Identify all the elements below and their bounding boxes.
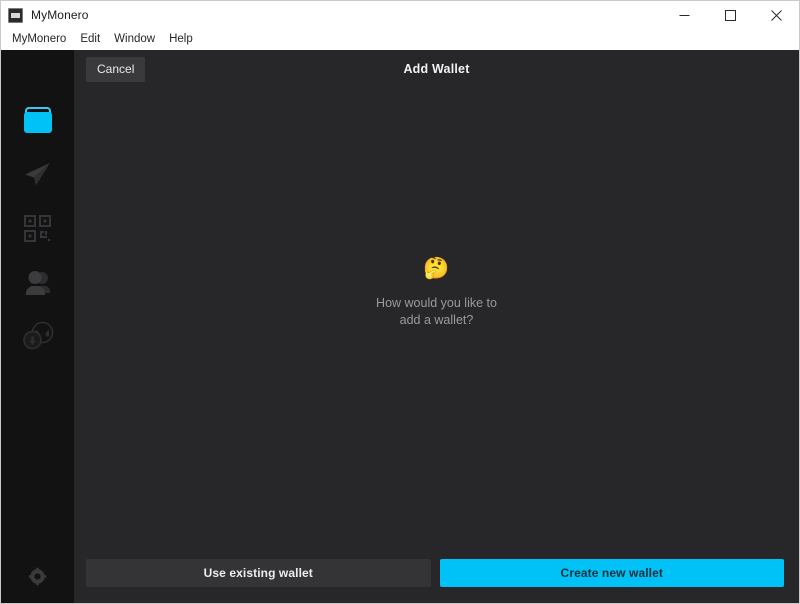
sidebar <box>1 50 74 603</box>
sidebar-item-receive[interactable] <box>1 201 74 255</box>
sidebar-item-exchange[interactable] <box>1 309 74 363</box>
menu-item-mymonero[interactable]: MyMonero <box>5 30 73 49</box>
menu-item-help[interactable]: Help <box>162 30 200 49</box>
minimize-button[interactable] <box>661 1 707 29</box>
use-existing-wallet-button[interactable]: Use existing wallet <box>86 559 431 587</box>
close-icon <box>770 9 782 21</box>
monero-exchange-icon <box>22 321 53 350</box>
sidebar-item-send[interactable] <box>1 147 74 201</box>
thinking-face-emoji: 🤔 <box>423 256 450 280</box>
menu-item-window[interactable]: Window <box>107 30 162 49</box>
sidebar-item-wallets[interactable] <box>1 93 74 147</box>
maximize-icon <box>724 9 736 21</box>
window-title: MyMonero <box>31 8 89 22</box>
menu-item-edit[interactable]: Edit <box>73 30 107 49</box>
qr-code-icon <box>24 214 51 242</box>
page-title: Add Wallet <box>403 62 470 76</box>
content-pane: Cancel Add Wallet 🤔 How would you like t… <box>74 50 799 603</box>
prompt-line-1: How would you like to <box>376 295 497 310</box>
title-bar-left: MyMonero <box>8 7 89 23</box>
app-icon <box>8 7 23 23</box>
title-bar: MyMonero <box>1 1 799 29</box>
footer-action-bar: Use existing wallet Create new wallet <box>74 553 799 603</box>
sidebar-item-settings[interactable] <box>1 561 74 591</box>
cancel-button[interactable]: Cancel <box>86 56 146 82</box>
empty-state: 🤔 How would you like to add a wallet? <box>74 88 799 553</box>
content-topbar: Cancel Add Wallet <box>74 50 799 88</box>
app-body: Cancel Add Wallet 🤔 How would you like t… <box>1 50 799 603</box>
send-paper-plane-icon <box>25 162 50 185</box>
sidebar-item-contacts[interactable] <box>1 255 74 309</box>
contacts-person-icon <box>26 270 50 295</box>
prompt-line-2: add a wallet? <box>399 312 474 327</box>
gear-icon <box>28 567 47 585</box>
wallet-icon <box>23 107 52 133</box>
window-controls <box>661 1 799 29</box>
create-new-wallet-button[interactable]: Create new wallet <box>439 559 784 587</box>
app-window: MyMonero MyMonero Edit Window Help Cance… <box>0 0 800 604</box>
close-button[interactable] <box>753 1 799 29</box>
minimize-icon <box>679 14 689 16</box>
menu-bar: MyMonero Edit Window Help <box>1 29 799 50</box>
maximize-button[interactable] <box>707 1 753 29</box>
